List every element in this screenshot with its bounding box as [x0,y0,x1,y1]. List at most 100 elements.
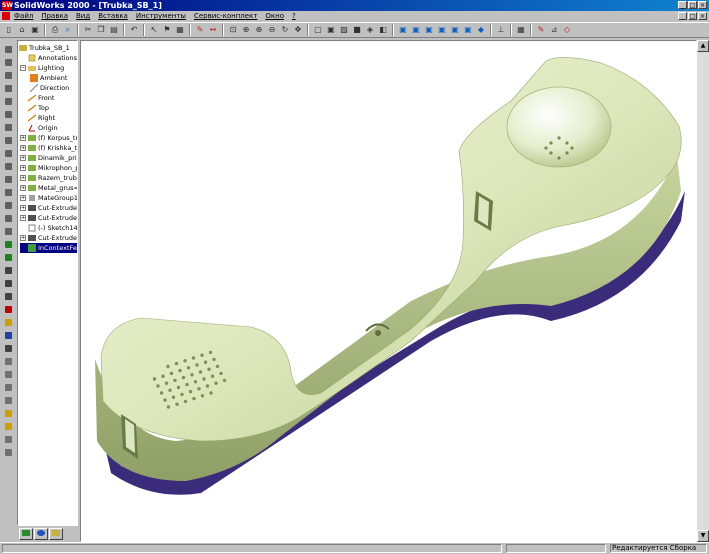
zoom-area-icon[interactable]: ⊕ [240,24,252,36]
zoom-select-icon[interactable]: ⊖ [266,24,278,36]
chamfer-icon[interactable] [2,161,14,172]
solidworks-app-icon[interactable]: SW [2,1,13,10]
polygon-icon[interactable] [2,135,14,146]
pan-icon[interactable]: ✥ [292,24,304,36]
tree-item-incontextfea[interactable]: InContextFea [20,243,77,253]
tree-item-cut-extrude6[interactable]: + Cut-Extrude6 [20,233,77,243]
tree-expander[interactable]: + [20,235,26,241]
plane-icon[interactable] [2,343,14,354]
zoom-fit-icon[interactable]: ⊡ [227,24,239,36]
bottom-view-icon[interactable]: ▣ [462,24,474,36]
menu-service[interactable]: Сервис-конплект [194,11,257,22]
open-icon[interactable]: ⌂ [16,24,28,36]
tree-item-dinamik-prig[interactable]: + Dinamik_prig [20,153,77,163]
doc-minimize-button[interactable]: _ [678,12,687,20]
grid-snap-icon[interactable] [2,278,14,289]
tree-item-trubka-sb-1[interactable]: Trubka_SB_1 [19,43,70,53]
tree-expander[interactable]: + [20,215,26,221]
trim-icon[interactable] [2,187,14,198]
copy-icon[interactable]: ❐ [95,24,107,36]
stop-icon[interactable] [2,304,14,315]
dim-icon[interactable] [2,239,14,250]
tree-item-f-krishka-tru[interactable]: + (f) Krishka_tru [20,143,77,153]
feature-tree-tab-icon[interactable] [19,528,33,540]
config-tab-icon[interactable] [49,528,63,540]
cut-icon[interactable]: ✂ [82,24,94,36]
menu-tools[interactable]: Инструменты [136,11,186,22]
print-icon[interactable]: ⎙ [49,24,61,36]
tree-item-razem-trubo[interactable]: + Razem_trubo [20,173,77,183]
preview-icon[interactable]: ⌕ [62,24,74,36]
tree-item-ambient[interactable]: Ambient [30,73,67,83]
scroll-down-button[interactable]: ▼ [697,530,709,542]
center-icon[interactable] [2,122,14,133]
tree-item-lighting[interactable]: − Lighting [20,63,64,73]
offset-icon[interactable] [2,174,14,185]
document-icon[interactable] [2,12,10,20]
tree-item-sketch14[interactable]: (-) Sketch14 [20,223,77,233]
left-view-icon[interactable]: ▣ [423,24,435,36]
draft-icon[interactable] [2,382,14,393]
rotate-icon[interactable]: ↻ [279,24,291,36]
eraser-icon[interactable]: ◇ [561,24,573,36]
tree-item-origin[interactable]: Origin [20,123,58,133]
pattern-icon[interactable] [2,434,14,445]
perspective-icon[interactable]: ◈ [364,24,376,36]
maximize-button[interactable]: □ [688,1,697,9]
circle-icon[interactable] [2,70,14,81]
tree-expander[interactable]: − [20,65,26,71]
sketch-icon[interactable]: ✎ [194,24,206,36]
tree-expander[interactable]: + [20,145,26,151]
rib-icon[interactable] [2,356,14,367]
tree-item-right[interactable]: Right [20,113,55,123]
scroll-up-button[interactable]: ▲ [697,40,709,52]
rebuild-icon[interactable]: ⚑ [161,24,173,36]
smart-dim-icon[interactable]: ↔ [207,24,219,36]
tree-expander[interactable]: + [20,195,26,201]
chamfer2-icon[interactable] [2,421,14,432]
shell-icon[interactable] [2,369,14,380]
vertical-scrollbar[interactable]: ▲ ▼ [697,40,709,542]
back-view-icon[interactable]: ▣ [410,24,422,36]
tree-item-mategroup1[interactable]: + MateGroup1 [20,193,77,203]
tree-item-annotations[interactable]: Annotations [20,53,77,63]
tree-expander[interactable]: + [20,175,26,181]
menu-help[interactable]: ? [292,11,296,22]
relation-icon[interactable] [2,252,14,263]
top-view-icon[interactable]: ▣ [449,24,461,36]
property-tab-icon[interactable] [34,528,48,540]
right-view-icon[interactable]: ▣ [436,24,448,36]
iso-view-icon[interactable]: ◆ [475,24,487,36]
tree-expander[interactable]: + [20,205,26,211]
title-bar[interactable]: SW SolidWorks 2000 - [Trubka_SB_1] _ □ × [0,0,709,11]
paste-icon[interactable]: ▤ [108,24,120,36]
measure-icon[interactable]: ⊿ [548,24,560,36]
spline-icon[interactable] [2,96,14,107]
options-icon[interactable]: ▦ [174,24,186,36]
tree-item-front[interactable]: Front [20,93,54,103]
menu-view[interactable]: Вид [76,11,90,22]
convert-icon[interactable] [2,226,14,237]
undo-icon[interactable]: ↶ [128,24,140,36]
doc-restore-button[interactable]: □ [688,12,697,20]
telephone-handset-model[interactable] [81,41,696,541]
tree-item-cut-extrude5[interactable]: + Cut-Extrude5 [20,213,77,223]
tree-expander[interactable]: + [20,185,26,191]
point-icon[interactable] [2,109,14,120]
menu-window[interactable]: Окно [265,11,284,22]
new-icon[interactable]: ▯ [3,24,15,36]
front-view-icon[interactable]: ▣ [397,24,409,36]
graphics-viewport[interactable] [80,40,697,542]
feature-manager-tree[interactable]: Trubka_SB_1 Annotations − Lighting Ambient Di… [17,40,78,526]
tree-expander[interactable]: + [20,135,26,141]
tree-expander[interactable]: + [20,165,26,171]
hole-icon[interactable] [2,395,14,406]
section-icon[interactable]: ◧ [377,24,389,36]
doc-close-button[interactable]: × [698,12,707,20]
move-icon[interactable] [2,291,14,302]
grid-icon[interactable]: ▦ [515,24,527,36]
sketch-mode-icon[interactable] [2,265,14,276]
mirror2-icon[interactable] [2,447,14,458]
normal-to-icon[interactable]: ⊥ [495,24,507,36]
menu-file[interactable]: Файл [14,11,33,22]
